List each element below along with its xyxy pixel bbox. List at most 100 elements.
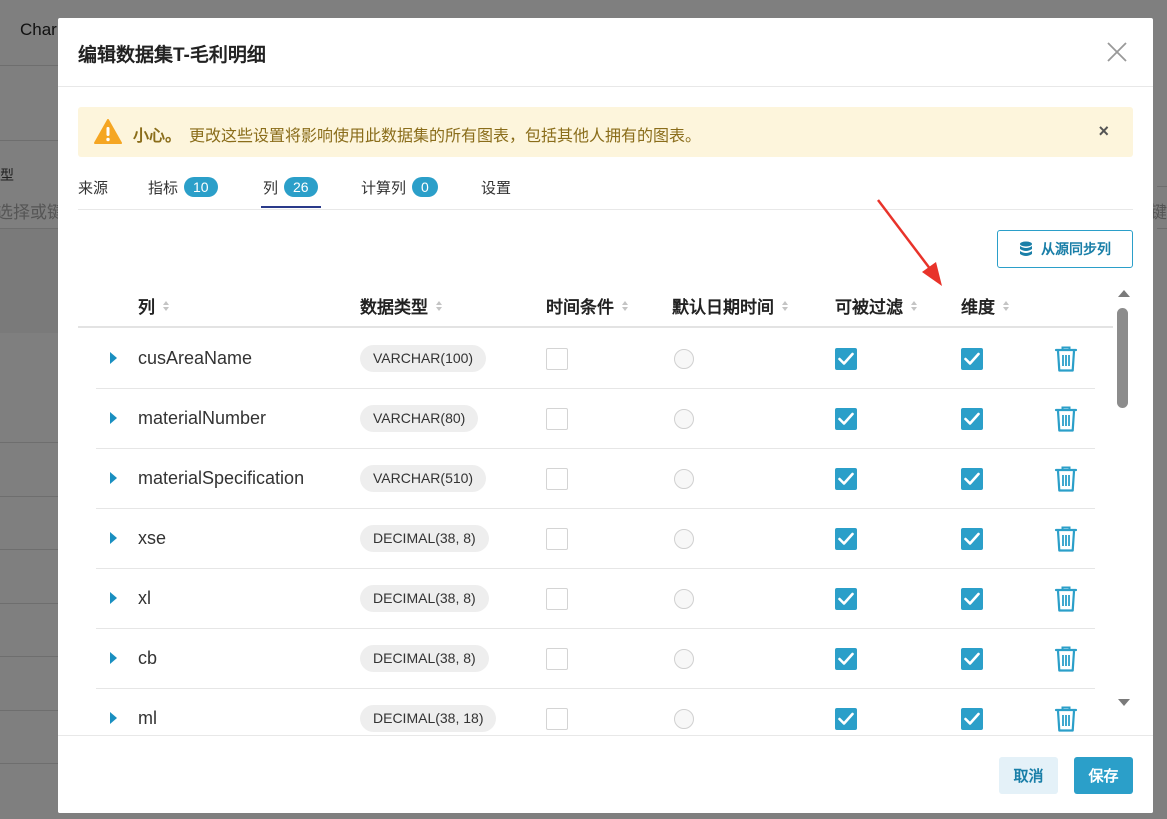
expand-caret-icon[interactable]	[110, 652, 117, 664]
tab-count-badge: 10	[184, 177, 218, 197]
sort-icon	[622, 300, 628, 311]
delete-trash-icon[interactable]	[1054, 645, 1078, 673]
table-row: materialSpecification VARCHAR(510)	[96, 449, 1095, 509]
temporal-checkbox[interactable]	[546, 528, 568, 550]
warning-close-button[interactable]: ×	[1098, 121, 1109, 142]
default-datetime-radio[interactable]	[674, 589, 694, 609]
filterable-checkbox[interactable]	[835, 348, 857, 370]
scrollbar-thumb[interactable]	[1117, 308, 1128, 408]
column-name: materialNumber	[138, 408, 267, 428]
sort-icon	[911, 300, 917, 311]
temporal-checkbox[interactable]	[546, 708, 568, 730]
default-datetime-radio[interactable]	[674, 469, 694, 489]
database-icon	[1020, 241, 1032, 256]
column-name: cusAreaName	[138, 348, 253, 368]
default-datetime-radio[interactable]	[674, 649, 694, 669]
expand-caret-icon[interactable]	[110, 412, 117, 424]
filterable-checkbox[interactable]	[835, 648, 857, 670]
header-label: 数据类型	[360, 298, 428, 317]
sort-icon	[782, 300, 788, 311]
filterable-checkbox[interactable]	[835, 528, 857, 550]
dimension-checkbox[interactable]	[961, 708, 983, 730]
tab-label: 来源	[78, 179, 109, 197]
temporal-checkbox[interactable]	[546, 408, 568, 430]
temporal-checkbox[interactable]	[546, 648, 568, 670]
save-button[interactable]: 保存	[1074, 757, 1133, 794]
modal-footer: 取消 保存	[58, 735, 1153, 813]
dimension-checkbox[interactable]	[961, 588, 983, 610]
sync-columns-button[interactable]: 从源同步列	[997, 230, 1133, 268]
header-label: 时间条件	[546, 298, 614, 317]
table-scrollbar[interactable]	[1115, 288, 1131, 708]
dimension-checkbox[interactable]	[961, 528, 983, 550]
warning-title: 小心。	[133, 128, 182, 145]
expand-caret-icon[interactable]	[110, 532, 117, 544]
header-data-type[interactable]: 数据类型	[360, 293, 442, 318]
table-row: xl DECIMAL(38, 8)	[96, 569, 1095, 629]
scroll-up-icon[interactable]	[1118, 290, 1130, 297]
tab-columns[interactable]: 列 26	[263, 174, 318, 200]
header-column-name[interactable]: 列	[138, 293, 169, 318]
table-row: ml DECIMAL(38, 18)	[96, 689, 1095, 735]
header-label: 默认日期时间	[672, 298, 774, 317]
temporal-checkbox[interactable]	[546, 588, 568, 610]
delete-trash-icon[interactable]	[1054, 465, 1078, 493]
close-icon[interactable]	[1105, 40, 1129, 64]
temporal-checkbox[interactable]	[546, 348, 568, 370]
filterable-checkbox[interactable]	[835, 588, 857, 610]
sort-icon	[1003, 300, 1009, 311]
data-type-tag: DECIMAL(38, 8)	[360, 585, 489, 612]
delete-trash-icon[interactable]	[1054, 525, 1078, 553]
column-name: xl	[138, 588, 151, 608]
header-default-datetime[interactable]: 默认日期时间	[672, 293, 788, 318]
header-temporal[interactable]: 时间条件	[546, 293, 628, 318]
sort-icon	[436, 300, 442, 311]
delete-trash-icon[interactable]	[1054, 405, 1078, 433]
warning-message: 更改这些设置将影响使用此数据集的所有图表，包括其他人拥有的图表。	[189, 128, 702, 145]
delete-trash-icon[interactable]	[1054, 585, 1078, 613]
expand-caret-icon[interactable]	[110, 352, 117, 364]
table-row: cusAreaName VARCHAR(100)	[96, 329, 1095, 389]
default-datetime-radio[interactable]	[674, 529, 694, 549]
dimension-checkbox[interactable]	[961, 408, 983, 430]
header-label: 列	[138, 298, 155, 317]
column-name: ml	[138, 708, 157, 728]
warning-alert: 小心。 更改这些设置将影响使用此数据集的所有图表，包括其他人拥有的图表。 ×	[78, 107, 1133, 157]
delete-trash-icon[interactable]	[1054, 345, 1078, 373]
header-dimension[interactable]: 维度	[961, 293, 1009, 318]
active-tab-indicator	[261, 206, 321, 208]
sync-columns-label: 从源同步列	[1041, 241, 1111, 257]
tab-label: 指标	[148, 179, 179, 197]
column-name: xse	[138, 528, 167, 548]
filterable-checkbox[interactable]	[835, 708, 857, 730]
default-datetime-radio[interactable]	[674, 709, 694, 729]
expand-caret-icon[interactable]	[110, 592, 117, 604]
default-datetime-radio[interactable]	[674, 349, 694, 369]
cancel-button[interactable]: 取消	[999, 757, 1058, 794]
tab-metrics[interactable]: 指标 10	[148, 174, 218, 200]
temporal-checkbox[interactable]	[546, 468, 568, 490]
tab-bar: 来源 指标 10 列 26 计算列 0 设置	[78, 168, 1133, 210]
header-label: 维度	[961, 298, 995, 317]
data-type-tag: VARCHAR(80)	[360, 405, 479, 432]
tab-source[interactable]: 来源	[78, 174, 108, 200]
data-type-tag: DECIMAL(38, 18)	[360, 705, 497, 732]
delete-trash-icon[interactable]	[1054, 705, 1078, 733]
expand-caret-icon[interactable]	[110, 472, 117, 484]
dimension-checkbox[interactable]	[961, 468, 983, 490]
filterable-checkbox[interactable]	[835, 468, 857, 490]
scroll-down-icon[interactable]	[1118, 699, 1130, 706]
column-name: cb	[138, 648, 158, 668]
expand-caret-icon[interactable]	[110, 712, 117, 724]
dimension-checkbox[interactable]	[961, 348, 983, 370]
filterable-checkbox[interactable]	[835, 408, 857, 430]
tab-settings[interactable]: 设置	[481, 174, 511, 200]
header-filterable[interactable]: 可被过滤	[835, 293, 917, 318]
dimension-checkbox[interactable]	[961, 648, 983, 670]
warning-icon	[94, 119, 122, 144]
tab-calculated-columns[interactable]: 计算列 0	[361, 174, 438, 200]
default-datetime-radio[interactable]	[674, 409, 694, 429]
columns-table-body: cusAreaName VARCHAR(100) materialNumber VAR…	[96, 329, 1095, 735]
table-row: xse DECIMAL(38, 8)	[96, 509, 1095, 569]
table-row: cb DECIMAL(38, 8)	[96, 629, 1095, 689]
